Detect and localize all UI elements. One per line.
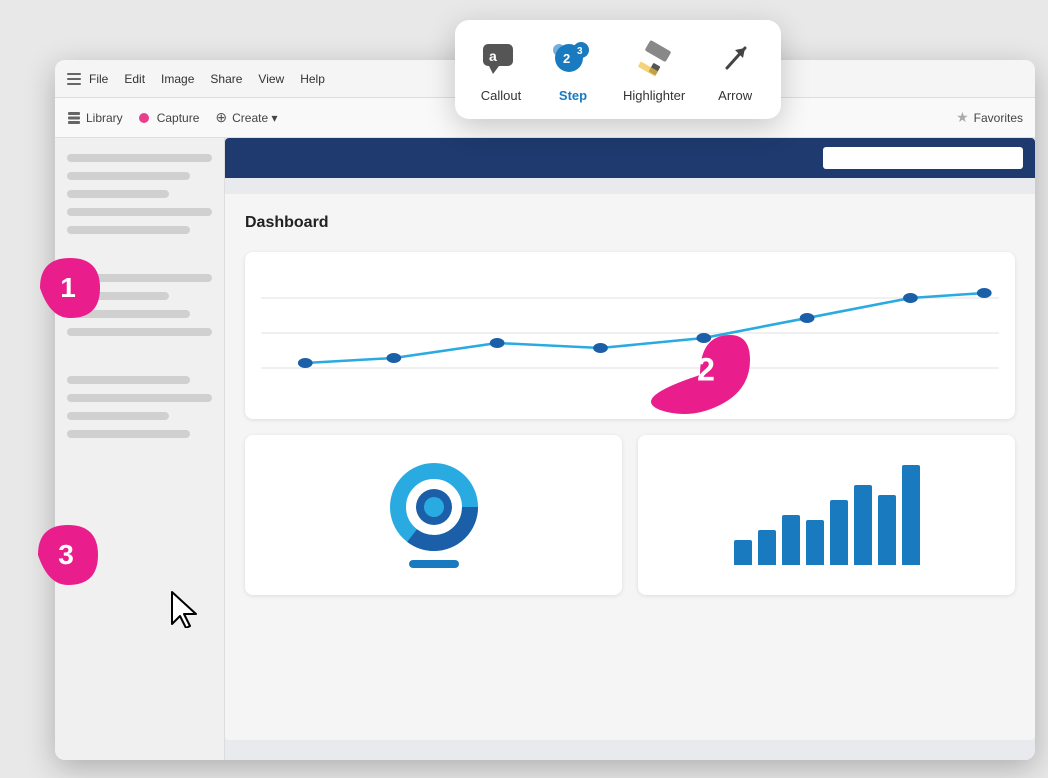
star-icon: ★ — [956, 109, 969, 126]
capture-button[interactable]: Capture — [139, 111, 200, 125]
svg-text:2: 2 — [563, 51, 570, 66]
bar-1 — [734, 540, 752, 565]
step-tool[interactable]: 2 3 Step — [551, 36, 595, 103]
callout-tool[interactable]: a Callout — [479, 36, 523, 103]
app-content: Dashboard — [55, 138, 1035, 760]
menu-help[interactable]: Help — [300, 72, 325, 86]
step-marker-2: 2 — [640, 320, 750, 430]
sidebar-line-11 — [67, 394, 212, 402]
app-window: File Edit Image Share View Help Library … — [55, 60, 1035, 760]
floating-toolbar: a Callout 2 3 Step H — [455, 20, 781, 119]
highlighter-label: Highlighter — [623, 88, 685, 103]
plus-icon: ⊕ — [215, 109, 227, 126]
capture-dot-icon — [139, 113, 149, 123]
dashboard-title: Dashboard — [245, 214, 1015, 232]
step-3-number: 3 — [58, 539, 74, 571]
bar-chart — [734, 465, 920, 565]
step-2-number: 2 — [697, 351, 715, 388]
line-chart-card — [245, 252, 1015, 419]
sidebar-line-1 — [67, 154, 212, 162]
callout-icon: a — [479, 36, 523, 80]
menu-image[interactable]: Image — [161, 72, 194, 86]
arrow-icon — [713, 36, 757, 80]
sidebar-line-9 — [67, 328, 212, 336]
menu-share[interactable]: Share — [210, 72, 242, 86]
cursor-icon — [168, 590, 200, 635]
sidebar-line-4 — [67, 208, 212, 216]
menu-view[interactable]: View — [258, 72, 284, 86]
step-marker-3: 3 — [28, 515, 108, 595]
bar-7 — [878, 495, 896, 565]
step-icon: 2 3 — [551, 36, 595, 80]
sidebar-line-2 — [67, 172, 190, 180]
bar-5 — [830, 500, 848, 565]
highlighter-tool[interactable]: Highlighter — [623, 36, 685, 103]
sidebar — [55, 138, 225, 760]
donut-chart — [389, 462, 479, 552]
create-label: Create ▾ — [232, 111, 277, 125]
main-content: Dashboard — [225, 138, 1035, 760]
library-icon — [67, 111, 81, 125]
callout-label: Callout — [481, 88, 521, 103]
arrow-tool[interactable]: Arrow — [713, 36, 757, 103]
library-label: Library — [86, 111, 123, 125]
menu-items: File Edit Image Share View Help — [89, 72, 325, 86]
hamburger-icon — [67, 73, 81, 85]
bar-6 — [854, 485, 872, 565]
donut-chart-card — [245, 435, 622, 595]
content-area: Dashboard — [225, 194, 1035, 740]
mouse-cursor — [168, 590, 200, 628]
bar-2 — [758, 530, 776, 565]
arrow-label: Arrow — [718, 88, 752, 103]
donut-container — [389, 462, 479, 568]
svg-text:3: 3 — [577, 46, 583, 57]
step-label: Step — [559, 88, 587, 103]
create-button[interactable]: ⊕ Create ▾ — [215, 109, 277, 126]
search-bar[interactable] — [823, 147, 1023, 169]
step-marker-1: 1 — [30, 248, 110, 328]
step-2-shape — [640, 320, 750, 430]
bar-chart-card — [638, 435, 1015, 595]
bar-3 — [782, 515, 800, 565]
top-bar — [225, 138, 1035, 178]
bar-4 — [806, 520, 824, 565]
sidebar-line-5 — [67, 226, 190, 234]
step-1-number: 1 — [60, 272, 76, 304]
svg-text:a: a — [489, 48, 497, 64]
sidebar-line-10 — [67, 376, 190, 384]
sidebar-line-3 — [67, 190, 169, 198]
capture-label: Capture — [157, 111, 200, 125]
bar-8 — [902, 465, 920, 565]
highlighter-icon — [632, 36, 676, 80]
sidebar-line-12 — [67, 412, 169, 420]
favorites-label: Favorites — [974, 111, 1023, 125]
donut-base — [409, 560, 459, 568]
favorites-button[interactable]: ★ Favorites — [956, 109, 1023, 126]
library-button[interactable]: Library — [67, 111, 123, 125]
menu-file[interactable]: File — [89, 72, 108, 86]
menu-edit[interactable]: Edit — [124, 72, 145, 86]
sidebar-line-13 — [67, 430, 190, 438]
bottom-cards — [245, 435, 1015, 595]
line-chart — [261, 268, 999, 398]
